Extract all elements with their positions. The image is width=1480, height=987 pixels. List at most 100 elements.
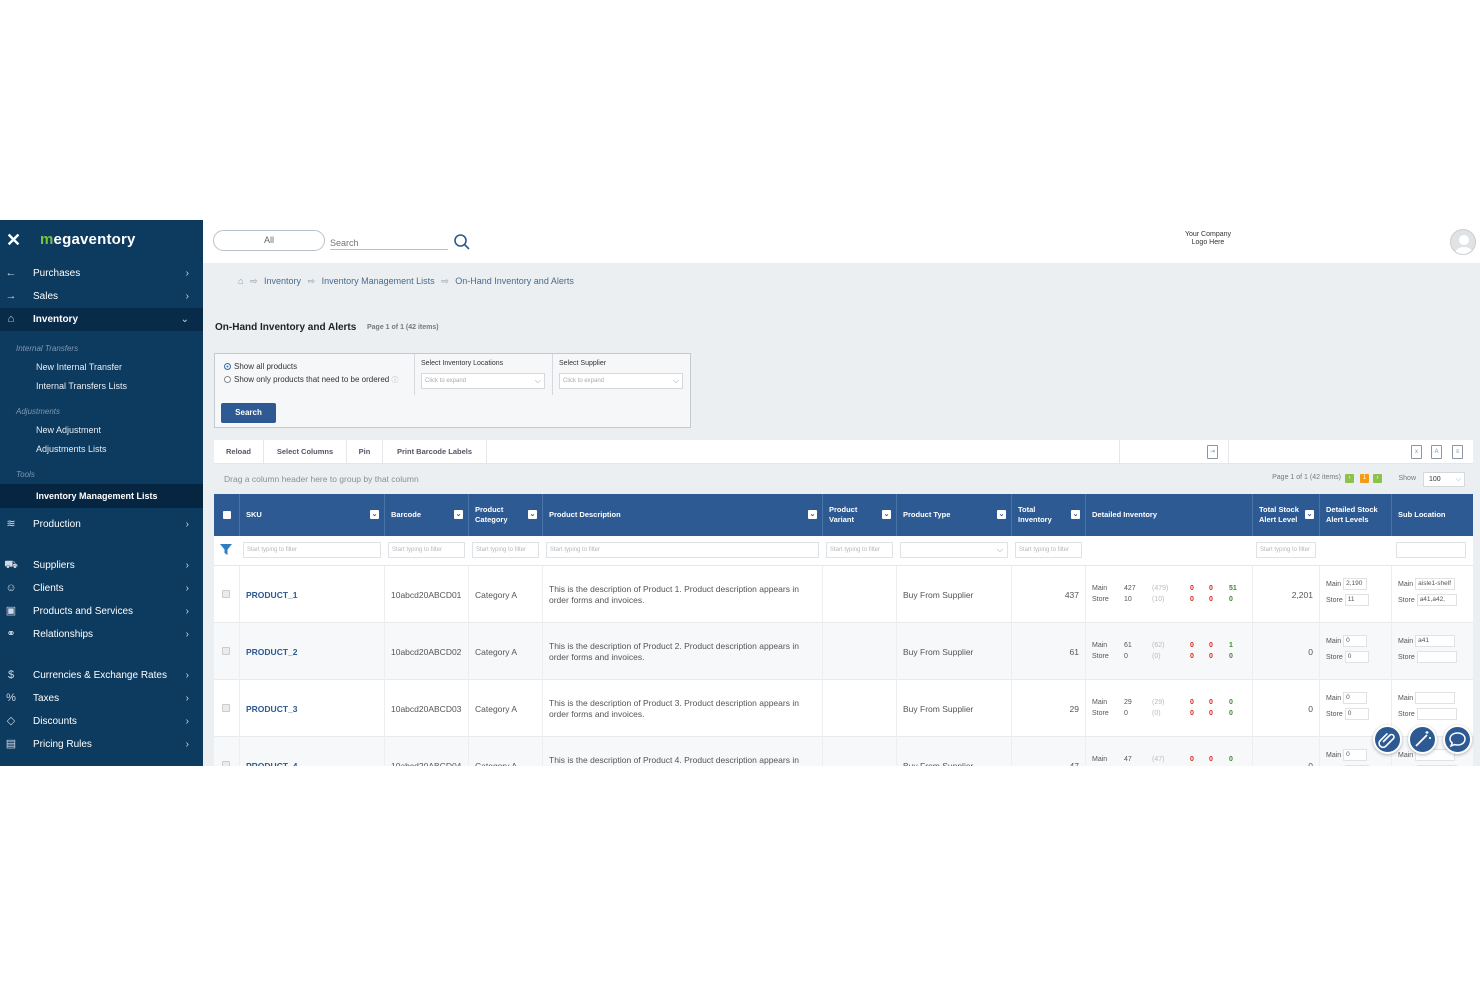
column-menu-icon[interactable]: ⌄	[808, 510, 817, 519]
sublocation-main-input[interactable]: aisle1-shelf	[1415, 578, 1456, 590]
sku-link[interactable]: PRODUCT_2	[246, 647, 297, 657]
sidebar-subitem-adjustments-lists[interactable]: Adjustments Lists	[0, 440, 203, 459]
sku-filter-input[interactable]: Start typing to filter	[243, 542, 381, 558]
alert-filter-input[interactable]: Start typing to filter	[1256, 542, 1316, 558]
row-checkbox[interactable]	[222, 590, 230, 598]
alert-main-input[interactable]: 0	[1343, 749, 1368, 761]
breadcrumb-item[interactable]: Inventory	[264, 276, 301, 286]
sidebar-item-currencies[interactable]: $ Currencies & Exchange Rates ›	[0, 664, 203, 687]
sidebar-item-clients[interactable]: ☺ Clients ›	[0, 577, 203, 600]
breadcrumb-item[interactable]: Inventory Management Lists	[322, 276, 435, 286]
sublocation-main-input[interactable]	[1415, 692, 1456, 704]
sidebar-subitem-new-adjustment[interactable]: New Adjustment	[0, 421, 203, 440]
barcode-filter-input[interactable]: Start typing to filter	[388, 542, 465, 558]
group-by-row[interactable]: Drag a column header here to group by th…	[214, 465, 1473, 494]
sku-link[interactable]: PRODUCT_1	[246, 590, 297, 600]
app-logo[interactable]: megaventory	[40, 231, 136, 248]
avatar[interactable]	[1450, 229, 1476, 255]
sublocation-store-input[interactable]: a41,a42,	[1416, 594, 1457, 606]
row-checkbox[interactable]	[222, 704, 230, 712]
column-header-detailed-inventory[interactable]: Detailed Inventory	[1086, 494, 1253, 536]
column-menu-icon[interactable]: ⌄	[454, 510, 463, 519]
sidebar-item-sales[interactable]: → Sales ›	[0, 285, 203, 308]
select-columns-button[interactable]: Select Columns	[264, 440, 347, 464]
column-header-variant[interactable]: Product Variant ⌄	[823, 494, 897, 536]
type-filter-select[interactable]: ⌵	[900, 542, 1008, 558]
alert-main-input[interactable]: 0	[1343, 692, 1368, 704]
breadcrumb-item[interactable]: On-Hand Inventory and Alerts	[455, 276, 574, 286]
sidebar-item-purchases[interactable]: ← Purchases ›	[0, 262, 203, 285]
column-menu-icon[interactable]: ⌄	[997, 510, 1006, 519]
sidebar-item-inventory[interactable]: ⌂ Inventory ⌄	[0, 308, 203, 331]
document-export-icon[interactable]: ≡	[1452, 445, 1463, 459]
column-header-total-alert[interactable]: Total Stock Alert Level ⌄	[1253, 494, 1320, 536]
sidebar-item-pricing-rules[interactable]: ▤ Pricing Rules ›	[0, 733, 203, 756]
description-filter-input[interactable]: Start typing to filter	[546, 542, 819, 558]
sidebar-item-production[interactable]: ≋ Production ›	[0, 513, 203, 536]
export-icon[interactable]: ⇥	[1207, 445, 1218, 459]
table-row[interactable]: PRODUCT_1 10abcd20ABCD01 Category A This…	[214, 566, 1473, 623]
table-row[interactable]: PRODUCT_2 10abcd20ABCD02 Category A This…	[214, 623, 1473, 680]
chat-button[interactable]	[1443, 725, 1472, 754]
column-menu-icon[interactable]: ⌄	[528, 510, 537, 519]
table-row[interactable]: PRODUCT_4 10abcd20ABCD04 Category A This…	[214, 737, 1473, 766]
column-header-detailed-alerts[interactable]: Detailed Stock Alert Levels	[1320, 494, 1392, 536]
column-menu-icon[interactable]: ⌄	[1305, 510, 1314, 519]
sublocation-filter-input[interactable]	[1396, 542, 1466, 558]
total-filter-input[interactable]: Start typing to filter	[1015, 542, 1082, 558]
excel-export-icon[interactable]: x	[1411, 445, 1422, 459]
column-menu-icon[interactable]: ⌄	[882, 510, 891, 519]
column-header-type[interactable]: Product Type ⌄	[897, 494, 1012, 536]
pin-button[interactable]: Pin	[347, 440, 383, 464]
category-filter-input[interactable]: Start typing to filter	[472, 542, 539, 558]
sidebar-item-discounts[interactable]: ◇ Discounts ›	[0, 710, 203, 733]
supplier-dropdown[interactable]: Click to expand ⌵	[559, 373, 683, 389]
sidebar-item-suppliers[interactable]: ⛟ Suppliers ›	[0, 554, 203, 577]
magic-wand-button[interactable]	[1408, 725, 1437, 754]
sublocation-store-input[interactable]	[1416, 765, 1457, 766]
sidebar-subitem-inventory-management-lists[interactable]: Inventory Management Lists	[0, 484, 203, 508]
page-size-select[interactable]: 100 ⌵	[1423, 472, 1465, 487]
sublocation-main-input[interactable]: a41	[1415, 635, 1456, 647]
row-checkbox[interactable]	[222, 647, 230, 655]
alert-store-input[interactable]: 11	[1344, 594, 1369, 606]
search-button[interactable]: Search	[221, 403, 276, 423]
column-menu-icon[interactable]: ⌄	[1071, 510, 1080, 519]
sidebar-item-taxes[interactable]: % Taxes ›	[0, 687, 203, 710]
search-input[interactable]	[330, 236, 448, 250]
search-scope-select[interactable]: All	[213, 230, 325, 251]
column-header-description[interactable]: Product Description ⌄	[543, 494, 823, 536]
column-header-total-inventory[interactable]: Total Inventory ⌄	[1012, 494, 1086, 536]
alert-store-input[interactable]: 0	[1344, 651, 1369, 663]
alert-main-input[interactable]: 2,190	[1343, 578, 1368, 590]
column-header-sub-location[interactable]: Sub Location	[1392, 494, 1473, 536]
sidebar-subitem-new-internal-transfer[interactable]: New Internal Transfer	[0, 358, 203, 377]
sidebar-item-relationships[interactable]: ⚭ Relationships ›	[0, 623, 203, 646]
sku-link[interactable]: PRODUCT_3	[246, 704, 297, 714]
print-barcode-labels-button[interactable]: Print Barcode Labels	[383, 440, 487, 464]
locations-dropdown[interactable]: Click to expand ⌵	[421, 373, 545, 389]
select-all-checkbox[interactable]	[214, 494, 240, 536]
column-header-category[interactable]: Product Category ⌄	[469, 494, 543, 536]
sidebar-item-products-and-services[interactable]: ▣ Products and Services ›	[0, 600, 203, 623]
row-checkbox[interactable]	[222, 761, 230, 766]
sidebar-subitem-internal-transfers-lists[interactable]: Internal Transfers Lists	[0, 377, 203, 396]
sku-link[interactable]: PRODUCT_4	[246, 761, 297, 767]
alert-main-input[interactable]: 0	[1343, 635, 1368, 647]
pager-current-page[interactable]: 1	[1360, 474, 1369, 483]
sublocation-store-input[interactable]	[1416, 708, 1457, 720]
sublocation-store-input[interactable]	[1416, 651, 1457, 663]
radio-show-all[interactable]: Show all products	[224, 362, 297, 371]
search-icon[interactable]	[453, 233, 471, 251]
reload-button[interactable]: Reload	[214, 440, 264, 464]
home-icon[interactable]: ⌂	[238, 276, 243, 286]
alert-store-input[interactable]	[1344, 765, 1369, 766]
attachment-button[interactable]	[1373, 725, 1402, 754]
close-icon[interactable]: ✕	[6, 230, 21, 250]
table-row[interactable]: PRODUCT_3 10abcd20ABCD03 Category A This…	[214, 680, 1473, 737]
column-header-barcode[interactable]: Barcode ⌄	[385, 494, 469, 536]
radio-show-to-order[interactable]: Show only products that need to be order…	[224, 375, 398, 385]
pdf-export-icon[interactable]: A	[1431, 445, 1442, 459]
pager-prev-icon[interactable]: ‹	[1345, 474, 1354, 483]
filter-icon[interactable]	[220, 544, 232, 556]
